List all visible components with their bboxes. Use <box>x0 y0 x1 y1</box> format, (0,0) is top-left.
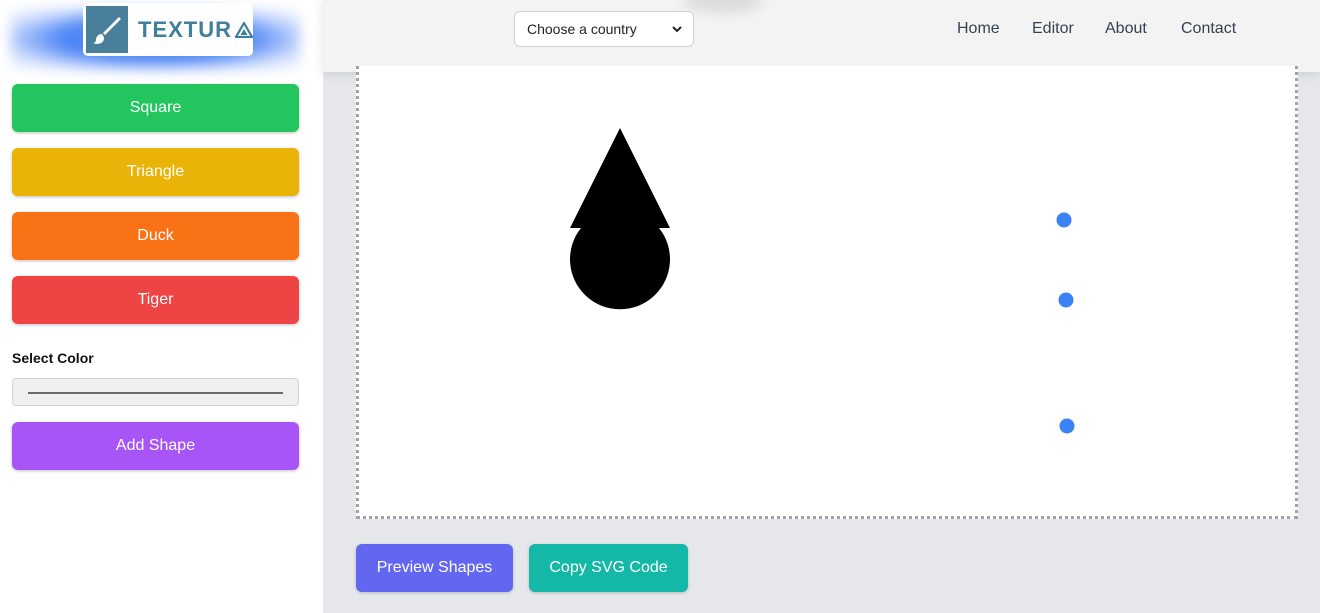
triangle-logo-icon <box>235 21 253 38</box>
nav-about[interactable]: About <box>1105 20 1147 38</box>
paintbrush-icon <box>86 6 128 53</box>
country-select-value: Choose a country <box>527 21 637 37</box>
triangle-button[interactable]: Triangle <box>12 148 299 196</box>
control-point-3[interactable] <box>1059 418 1075 434</box>
copy-svg-code-button[interactable]: Copy SVG Code <box>529 544 688 592</box>
tiger-button[interactable]: Tiger <box>12 276 299 324</box>
nav-home[interactable]: Home <box>957 20 1000 38</box>
add-shape-button[interactable]: Add Shape <box>12 422 299 470</box>
square-button[interactable]: Square <box>12 84 299 132</box>
header-shadow <box>683 0 763 12</box>
chevron-down-icon <box>672 26 682 33</box>
nav-editor[interactable]: Editor <box>1032 20 1074 38</box>
logo-text: TEXTUR <box>138 16 232 42</box>
app-logo[interactable]: TEXTUR <box>83 3 253 56</box>
drop-shape[interactable] <box>570 128 670 310</box>
control-point-2[interactable] <box>1058 292 1074 308</box>
select-color-label: Select Color <box>12 350 94 366</box>
color-swatch <box>28 392 283 394</box>
duck-button[interactable]: Duck <box>12 212 299 260</box>
control-point-1[interactable] <box>1056 212 1072 228</box>
drawing-canvas[interactable] <box>356 66 1298 519</box>
nav-contact[interactable]: Contact <box>1181 20 1236 38</box>
top-header <box>323 0 1320 72</box>
sidebar: TEXTUR Square Triangle Duck Tiger Select… <box>0 0 323 613</box>
color-picker-input[interactable] <box>12 378 299 406</box>
country-select[interactable]: Choose a country <box>514 11 694 47</box>
preview-shapes-button[interactable]: Preview Shapes <box>356 544 513 592</box>
